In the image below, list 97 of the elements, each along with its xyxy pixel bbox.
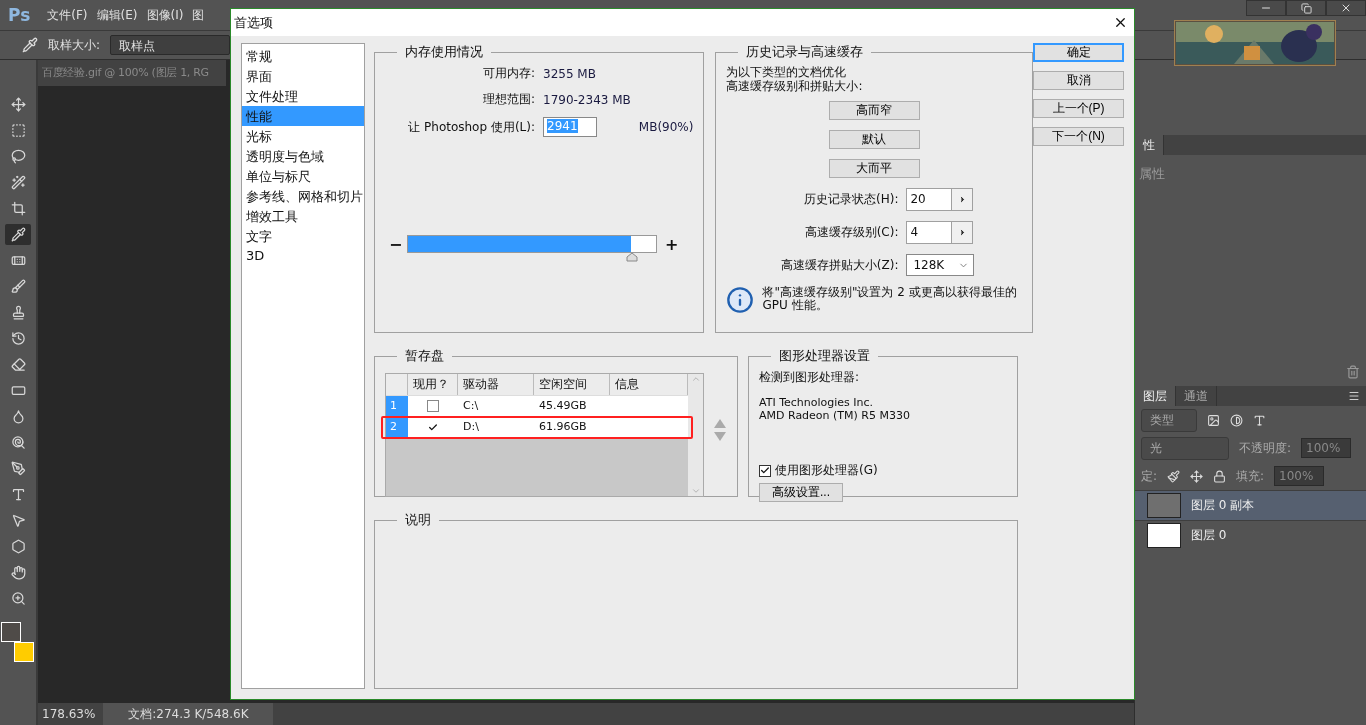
close-icon — [1340, 2, 1352, 14]
close-icon[interactable] — [1113, 15, 1128, 30]
layer-name: 图层 0 — [1191, 527, 1227, 544]
dialog-title: 首选项 — [234, 13, 273, 32]
use-gpu-checkbox[interactable]: 使用图形处理器(G) — [759, 462, 1007, 479]
number-field[interactable]: 20 — [906, 188, 953, 211]
field-label: 历史记录状态(H): — [803, 191, 899, 208]
preset-button[interactable]: 默认 — [828, 130, 920, 149]
panel-tab[interactable]: 图层 — [1135, 386, 1176, 406]
dialog-button[interactable]: 确定 — [1033, 43, 1124, 62]
check-icon — [760, 465, 770, 476]
menu-item[interactable]: 图像(I) — [146, 6, 184, 24]
check-icon — [428, 421, 438, 433]
group-title: 内存使用情况 — [404, 43, 484, 61]
category-item[interactable]: 常规 — [242, 46, 364, 66]
field-value: 3255 MB — [543, 66, 597, 81]
sample-size-dropdown[interactable]: 取样点 — [110, 35, 231, 55]
table-cell-text: 61.96GB — [538, 419, 588, 435]
plus-sign: + — [665, 234, 675, 254]
restore-button[interactable] — [1286, 0, 1326, 16]
intro-text: 为以下类型的文档优化 高速缓存级别和拼贴大小: — [726, 65, 864, 93]
minimize-button[interactable] — [1246, 0, 1286, 16]
category-item[interactable]: 3D — [242, 246, 364, 266]
advanced-button[interactable]: 高级设置... — [759, 483, 843, 502]
tile-size-dropdown[interactable]: 128K — [906, 254, 975, 276]
minus-sign: − — [389, 234, 399, 254]
option-label: 取样大小: — [48, 36, 101, 54]
category-item[interactable]: 性能 — [242, 106, 364, 126]
group-title: 图形处理器设置 — [778, 347, 871, 365]
row-number: 2 — [386, 417, 408, 437]
field-value: 1790-2343 MB — [543, 92, 631, 107]
background-swatch[interactable] — [14, 642, 34, 662]
opacity-label: 不透明度: — [1239, 439, 1292, 457]
table-cell-text: D:\ — [462, 419, 480, 435]
close-button[interactable] — [1326, 0, 1366, 16]
menu-item[interactable]: 图 — [192, 6, 205, 24]
menu-item[interactable]: 文件(F) — [47, 6, 88, 24]
dialog-button[interactable]: 取消 — [1033, 71, 1124, 90]
menu-item[interactable]: 编辑(E) — [96, 6, 138, 24]
unit-label: MB(90%) — [638, 120, 694, 134]
category-item[interactable]: 增效工具 — [242, 206, 364, 226]
layer-row[interactable]: 图层 0 — [1135, 520, 1366, 550]
eyedropper-icon[interactable] — [22, 37, 38, 53]
image-icon[interactable] — [1207, 413, 1220, 427]
layer-name: 图层 0 副本 — [1191, 497, 1255, 514]
dialog-button[interactable]: 下一个(N) — [1033, 127, 1124, 146]
table-cell-text: 45.49GB — [538, 398, 588, 414]
category-item[interactable]: 界面 — [242, 66, 364, 86]
dialog-button[interactable]: 上一个(P) — [1033, 99, 1124, 118]
lock-label: 定: — [1141, 467, 1158, 485]
category-item[interactable]: 文件处理 — [242, 86, 364, 106]
foreground-swatch[interactable] — [1, 622, 21, 642]
table-row[interactable]: 2 D:\ 61.96GB — [386, 416, 688, 437]
gpu-name: AMD Radeon (TM) R5 M330 — [759, 409, 911, 422]
lock-icon[interactable] — [1213, 469, 1227, 483]
brush-icon[interactable] — [1167, 469, 1181, 483]
group-title: 历史记录与高速缓存 — [745, 43, 865, 61]
preset-button[interactable]: 高而窄 — [828, 101, 920, 120]
category-item[interactable]: 透明度与色域 — [242, 146, 364, 166]
number-field[interactable]: 4 — [906, 221, 953, 244]
group-title: 说明 — [404, 511, 432, 529]
layer-thumbnail — [1147, 493, 1181, 518]
document-info: 文档:274.3 K/548.6K — [103, 702, 274, 725]
preset-button[interactable]: 大而平 — [828, 159, 920, 178]
detected-label: 检测到图形处理器: — [759, 369, 861, 386]
blend-mode-dropdown[interactable]: 光 — [1141, 436, 1229, 460]
active-checkbox[interactable] — [427, 400, 439, 412]
field-label: 让 Photoshop 使用(L): — [407, 118, 535, 136]
table-cell-text: C:\ — [462, 398, 480, 414]
category-item[interactable]: 参考线、网格和切片 — [242, 186, 364, 206]
info-icon — [726, 286, 755, 314]
gpu-name: ATI Technologies Inc. — [759, 396, 875, 409]
fill-label: 填充: — [1236, 467, 1265, 485]
row-number: 1 — [386, 396, 408, 416]
zoom-level: 178.63% — [42, 707, 96, 721]
app-logo: Ps — [8, 5, 31, 25]
menu-icon[interactable] — [1348, 390, 1360, 402]
category-item[interactable]: 光标 — [242, 126, 364, 146]
category-item[interactable]: 单位与标尺 — [242, 166, 364, 186]
field-label: 高速缓存拼贴大小(Z): — [779, 256, 899, 274]
eyedropper-icon[interactable] — [5, 224, 31, 245]
layer-thumbnail — [1147, 523, 1181, 548]
table-row[interactable]: 1 C:\ 45.49GB — [386, 395, 688, 416]
filter-dropdown[interactable]: 类型 — [1141, 408, 1197, 432]
group-title: 暂存盘 — [404, 347, 445, 365]
restore-icon — [1300, 2, 1312, 14]
field-label: 高速缓存级别(C): — [803, 224, 899, 241]
note-text: 将"高速缓存级别"设置为 2 或更高以获得最佳的 GPU 性能。 — [762, 286, 1018, 312]
move-icon[interactable] — [1190, 469, 1204, 483]
category-item[interactable]: 文字 — [242, 226, 364, 246]
properties-label: 属性 — [1139, 165, 1166, 183]
field-label: 理想范围: — [481, 91, 535, 108]
panel-tab[interactable]: 性 — [1135, 135, 1164, 155]
field-label: 可用内存: — [481, 65, 535, 82]
type-icon[interactable] — [1253, 413, 1266, 427]
layer-row[interactable]: 图层 0 副本 — [1135, 490, 1366, 520]
trash-icon[interactable] — [1346, 365, 1360, 379]
